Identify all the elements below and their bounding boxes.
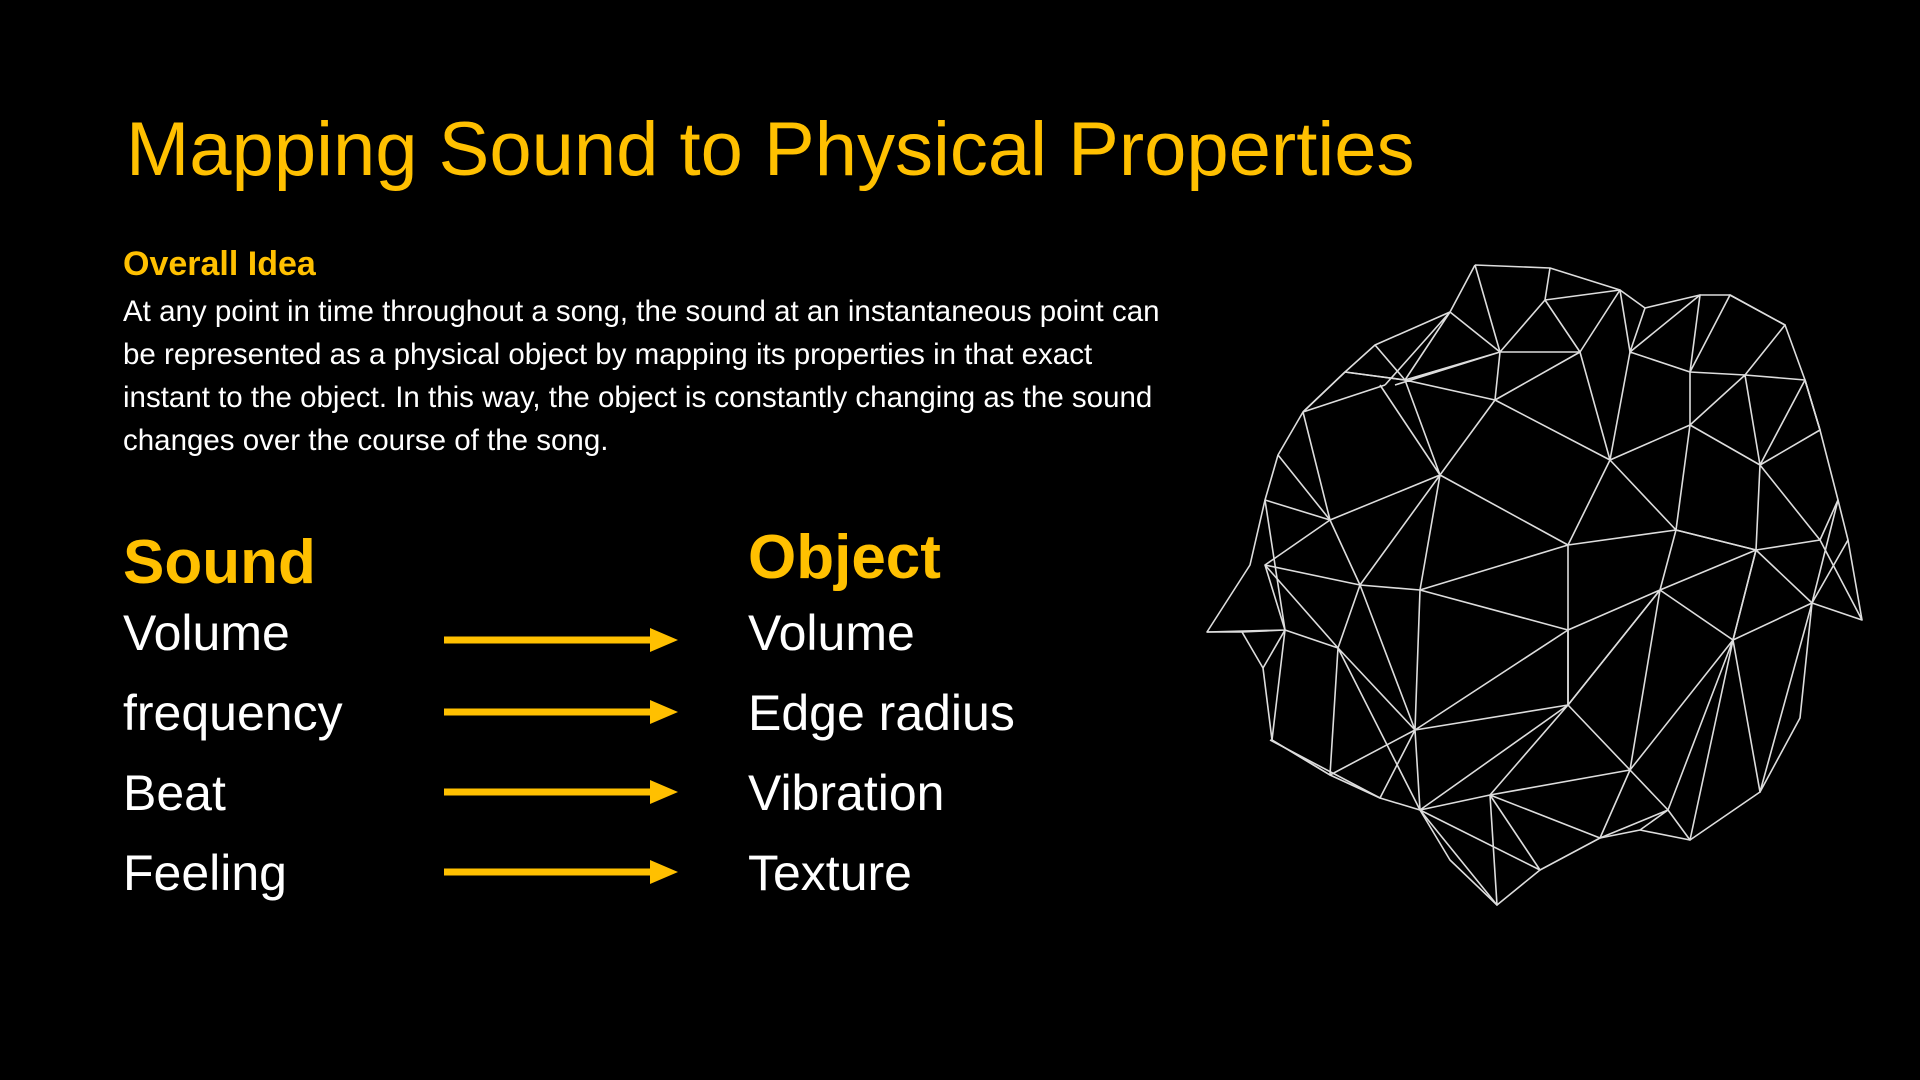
right-arrow-icon bbox=[444, 780, 678, 804]
sound-item: Feeling bbox=[123, 845, 287, 901]
object-column-heading: Object bbox=[748, 523, 941, 592]
slide-title: Mapping Sound to Physical Properties bbox=[126, 107, 1415, 192]
overall-idea-text: At any point in time throughout a song, … bbox=[123, 295, 1160, 457]
sound-column-heading: Sound bbox=[123, 528, 316, 597]
sound-item: frequency bbox=[123, 685, 343, 741]
right-arrow-icon bbox=[444, 700, 678, 724]
overall-idea-heading: Overall Idea bbox=[123, 245, 316, 283]
object-item: Volume bbox=[748, 605, 915, 661]
sound-item: Volume bbox=[123, 605, 290, 661]
right-arrow-icon bbox=[444, 860, 678, 884]
wireframe-polyhedron-illustration bbox=[1206, 264, 1863, 906]
right-arrow-icon bbox=[444, 628, 678, 652]
sound-item: Beat bbox=[123, 765, 226, 821]
object-item: Texture bbox=[748, 845, 912, 901]
slide: Mapping Sound to Physical Properties Ove… bbox=[0, 0, 1920, 1080]
object-item: Vibration bbox=[748, 765, 945, 821]
object-item: Edge radius bbox=[748, 685, 1015, 741]
